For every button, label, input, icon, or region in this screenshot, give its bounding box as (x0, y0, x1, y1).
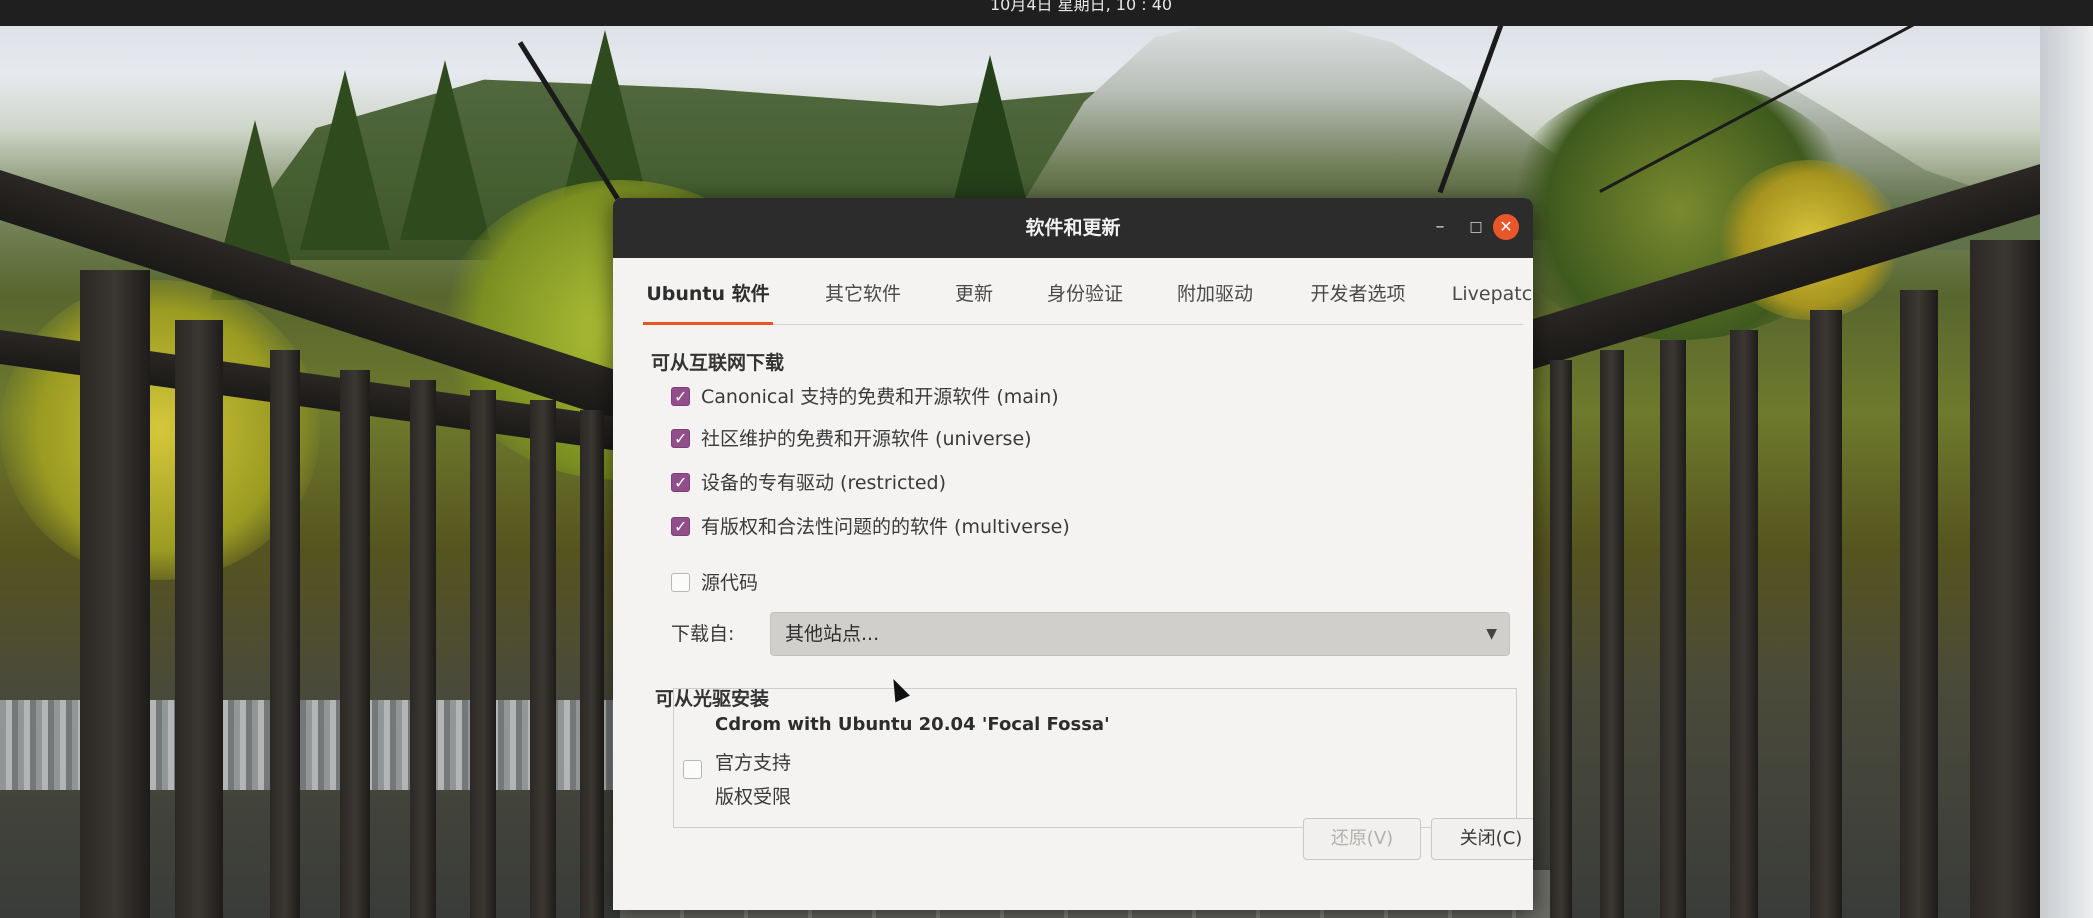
source-code-checkbox[interactable] (671, 573, 690, 592)
revert-button[interactable]: 还原(V) (1303, 818, 1421, 860)
screen-bezel (2040, 0, 2093, 918)
top-panel: 10月4日 星期日, 10 : 40 (0, 0, 2093, 26)
cdrom-official-support: 官方支持 (715, 752, 792, 774)
multiverse-repo-checkbox[interactable] (671, 512, 690, 542)
tab-other-software[interactable]: 其它软件 (815, 268, 911, 322)
tab-ubuntu-software[interactable]: Ubuntu 软件 (643, 268, 773, 325)
tab-livepatch[interactable]: Livepatch (1443, 268, 1533, 322)
window-title: 软件和更新 (1025, 217, 1121, 239)
main-repo-label[interactable]: Canonical 支持的免费和开源软件 (main) (701, 382, 1059, 412)
internet-section-title: 可从互联网下载 (651, 352, 785, 374)
maximize-icon[interactable]: □ (1463, 214, 1489, 240)
universe-repo-label[interactable]: 社区维护的免费和开源软件 (universe) (701, 424, 1032, 454)
tab-additional-drivers[interactable]: 附加驱动 (1163, 268, 1267, 322)
cdrom-list (673, 688, 1517, 828)
source-code-label[interactable]: 源代码 (701, 568, 758, 598)
tab-authentication[interactable]: 身份验证 (1033, 268, 1137, 322)
download-server-select[interactable]: 其他站点... ▼ (770, 612, 1510, 656)
cdrom-name[interactable]: Cdrom with Ubuntu 20.04 'Focal Fossa' (715, 714, 1110, 735)
software-updates-window: 软件和更新 – □ ✕ Ubuntu 软件 其它软件 更新 身份验证 附加驱动 … (613, 198, 1533, 910)
clock[interactable]: 10月4日 星期日, 10 : 40 (990, 0, 1172, 13)
main-repo-checkbox[interactable] (671, 382, 690, 412)
tab-developer-options[interactable]: 开发者选项 (1293, 268, 1423, 322)
close-button[interactable]: 关闭(C) (1431, 818, 1533, 860)
wallpaper-railing-right (1530, 147, 2093, 918)
wallpaper-railing-left (0, 170, 640, 918)
restricted-repo-label[interactable]: 设备的专有驱动 (restricted) (701, 468, 946, 498)
close-icon[interactable]: ✕ (1493, 214, 1519, 240)
cdrom-restricted-copyright: 版权受限 (715, 786, 792, 808)
window-titlebar[interactable]: 软件和更新 – □ ✕ (613, 198, 1533, 258)
tab-updates[interactable]: 更新 (943, 268, 1005, 322)
cdrom-checkbox[interactable] (683, 760, 702, 779)
universe-repo-checkbox[interactable] (671, 424, 690, 454)
multiverse-repo-label[interactable]: 有版权和合法性问题的的软件 (multiverse) (701, 512, 1070, 542)
tab-bar: Ubuntu 软件 其它软件 更新 身份验证 附加驱动 开发者选项 Livepa… (643, 268, 1533, 325)
chevron-down-icon: ▼ (1486, 626, 1497, 642)
download-from-label: 下载自: (671, 623, 735, 645)
minimize-icon[interactable]: – (1427, 214, 1453, 240)
restricted-repo-checkbox[interactable] (671, 468, 690, 498)
download-server-value: 其他站点... (785, 623, 880, 645)
